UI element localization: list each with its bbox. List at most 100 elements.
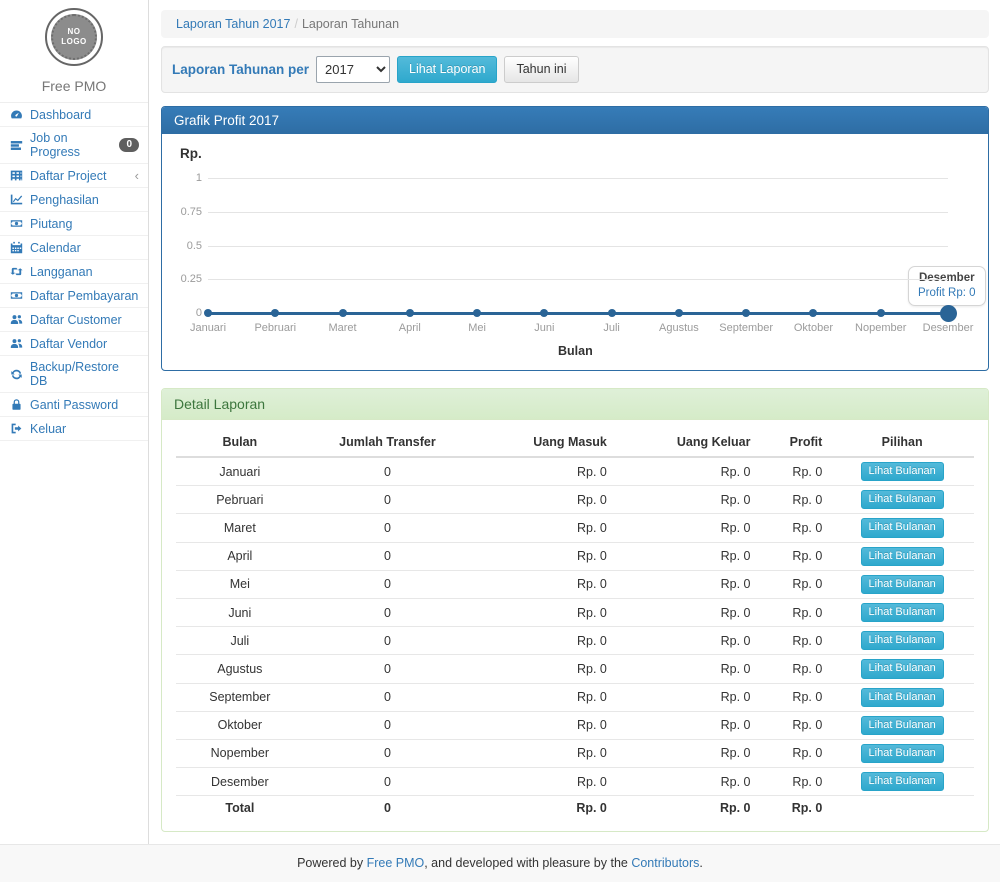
gridline — [208, 279, 948, 280]
data-point-september[interactable] — [742, 309, 750, 317]
lihat-bulanan-button-oktober[interactable]: Lihat Bulanan — [861, 716, 944, 735]
lihat-bulanan-button-nopember[interactable]: Lihat Bulanan — [861, 744, 944, 763]
table-row-juni: Juni0Rp. 0Rp. 0Rp. 0Lihat Bulanan — [176, 598, 974, 626]
lihat-bulanan-button-mei[interactable]: Lihat Bulanan — [861, 575, 944, 594]
data-point-mei[interactable] — [473, 309, 481, 317]
contributors-link[interactable]: Contributors — [631, 856, 699, 870]
cell-pilihan: Lihat Bulanan — [830, 486, 974, 514]
cell-uang-keluar: Rp. 0 — [615, 768, 759, 796]
sidebar-item-daftar-vendor[interactable]: Daftar Vendor — [0, 332, 148, 356]
sidebar-item-label: Job on Progress — [30, 131, 112, 159]
lihat-bulanan-button-september[interactable]: Lihat Bulanan — [861, 688, 944, 707]
data-point-pebruari[interactable] — [271, 309, 279, 317]
tasks-icon — [9, 138, 23, 152]
data-point-januari[interactable] — [204, 309, 212, 317]
column-header-profit: Profit — [759, 428, 831, 457]
x-tick-label: September — [708, 322, 784, 334]
sidebar-item-label: Daftar Project — [30, 169, 106, 183]
lihat-bulanan-button-pebruari[interactable]: Lihat Bulanan — [861, 490, 944, 509]
data-point-juni[interactable] — [540, 309, 548, 317]
sidebar-item-calendar[interactable]: Calendar — [0, 236, 148, 260]
sidebar-item-daftar-pembayaran[interactable]: Daftar Pembayaran — [0, 284, 148, 308]
refresh-icon — [9, 367, 23, 381]
cell-pilihan: Lihat Bulanan — [830, 768, 974, 796]
sidebar-item-dashboard[interactable]: Dashboard — [0, 103, 148, 127]
cell-profit: Rp. 0 — [759, 655, 831, 683]
cell-uang-keluar: Rp. 0 — [615, 514, 759, 542]
lihat-bulanan-button-maret[interactable]: Lihat Bulanan — [861, 518, 944, 537]
cell-uang-masuk: Rp. 0 — [471, 768, 615, 796]
cell-uang-masuk: Rp. 0 — [471, 598, 615, 626]
cell-jumlah-transfer: 0 — [304, 598, 472, 626]
sidebar-item-backup-restore-db[interactable]: Backup/Restore DB — [0, 356, 148, 393]
data-point-desember[interactable] — [940, 305, 957, 322]
table-row-pebruari: Pebruari0Rp. 0Rp. 0Rp. 0Lihat Bulanan — [176, 486, 974, 514]
cell-bulan: Desember — [176, 768, 304, 796]
table-total-row: Total0Rp. 0Rp. 0Rp. 0 — [176, 796, 974, 819]
cell-bulan: Total — [176, 796, 304, 819]
x-tick-label: Pebruari — [237, 322, 313, 334]
cell-profit: Rp. 0 — [759, 570, 831, 598]
gridline — [208, 246, 948, 247]
sidebar-item-langganan[interactable]: Langganan — [0, 260, 148, 284]
x-tick-label: Maret — [305, 322, 381, 334]
breadcrumb-link-laporan-tahun[interactable]: Laporan Tahun 2017 — [176, 17, 290, 31]
sidebar-item-label: Ganti Password — [30, 398, 118, 412]
data-point-april[interactable] — [406, 309, 414, 317]
tooltip-month: Desember — [918, 272, 976, 284]
data-point-maret[interactable] — [339, 309, 347, 317]
cell-uang-masuk: Rp. 0 — [471, 711, 615, 739]
sidebar-item-daftar-customer[interactable]: Daftar Customer — [0, 308, 148, 332]
cell-jumlah-transfer: 0 — [304, 514, 472, 542]
lihat-bulanan-button-juli[interactable]: Lihat Bulanan — [861, 631, 944, 650]
lihat-bulanan-button-juni[interactable]: Lihat Bulanan — [861, 603, 944, 622]
chevron-left-icon: ‹ — [135, 169, 139, 182]
cell-pilihan: Lihat Bulanan — [830, 627, 974, 655]
breadcrumb-separator: / — [294, 17, 297, 31]
logo-circle: NO LOGO — [45, 8, 103, 66]
sidebar-item-penghasilan[interactable]: Penghasilan — [0, 188, 148, 212]
cell-uang-keluar: Rp. 0 — [615, 598, 759, 626]
sidebar-item-ganti-password[interactable]: Ganti Password — [0, 393, 148, 417]
profit-series-line — [208, 312, 948, 315]
lihat-bulanan-button-desember[interactable]: Lihat Bulanan — [861, 772, 944, 791]
cell-jumlah-transfer: 0 — [304, 570, 472, 598]
sidebar-item-label: Backup/Restore DB — [30, 360, 139, 388]
sidebar-item-daftar-project[interactable]: Daftar Project ‹ — [0, 164, 148, 188]
cell-jumlah-transfer: 0 — [304, 739, 472, 767]
data-point-oktober[interactable] — [809, 309, 817, 317]
cell-uang-keluar: Rp. 0 — [615, 739, 759, 767]
lihat-laporan-button[interactable]: Lihat Laporan — [397, 56, 497, 83]
data-point-agustus[interactable] — [675, 309, 683, 317]
column-header-uang-masuk: Uang Masuk — [471, 428, 615, 457]
sidebar-item-piutang[interactable]: Piutang — [0, 212, 148, 236]
cell-bulan: September — [176, 683, 304, 711]
footer-text-middle: , and developed with pleasure by the — [424, 856, 631, 870]
sidebar-item-job-on-progress[interactable]: Job on Progress0 — [0, 127, 148, 164]
year-select[interactable]: 2017 — [316, 56, 390, 83]
table-icon — [9, 169, 23, 183]
lihat-bulanan-button-april[interactable]: Lihat Bulanan — [861, 547, 944, 566]
cell-uang-masuk: Rp. 0 — [471, 739, 615, 767]
cell-pilihan: Lihat Bulanan — [830, 457, 974, 486]
report-table: BulanJumlah TransferUang MasukUang Kelua… — [176, 428, 974, 819]
free-pmo-link[interactable]: Free PMO — [367, 856, 425, 870]
sign-out-icon — [9, 422, 23, 436]
tahun-ini-button[interactable]: Tahun ini — [504, 56, 578, 83]
calendar-icon — [9, 241, 23, 255]
sidebar-item-keluar[interactable]: Keluar — [0, 417, 148, 441]
cell-uang-masuk: Rp. 0 — [471, 542, 615, 570]
data-point-nopember[interactable] — [877, 309, 885, 317]
cell-bulan: Pebruari — [176, 486, 304, 514]
data-point-juli[interactable] — [608, 309, 616, 317]
main-content: Laporan Tahun 2017/Laporan Tahunan Lapor… — [149, 0, 1000, 844]
no-logo-placeholder: NO LOGO — [51, 14, 97, 60]
chart-panel-title: Grafik Profit 2017 — [162, 107, 988, 134]
lihat-bulanan-button-agustus[interactable]: Lihat Bulanan — [861, 659, 944, 678]
cell-profit: Rp. 0 — [759, 739, 831, 767]
table-row-maret: Maret0Rp. 0Rp. 0Rp. 0Lihat Bulanan — [176, 514, 974, 542]
cell-bulan: Mei — [176, 570, 304, 598]
cell-uang-masuk: Rp. 0 — [471, 655, 615, 683]
sidebar-item-label: Daftar Pembayaran — [30, 289, 138, 303]
lihat-bulanan-button-januari[interactable]: Lihat Bulanan — [861, 462, 944, 481]
